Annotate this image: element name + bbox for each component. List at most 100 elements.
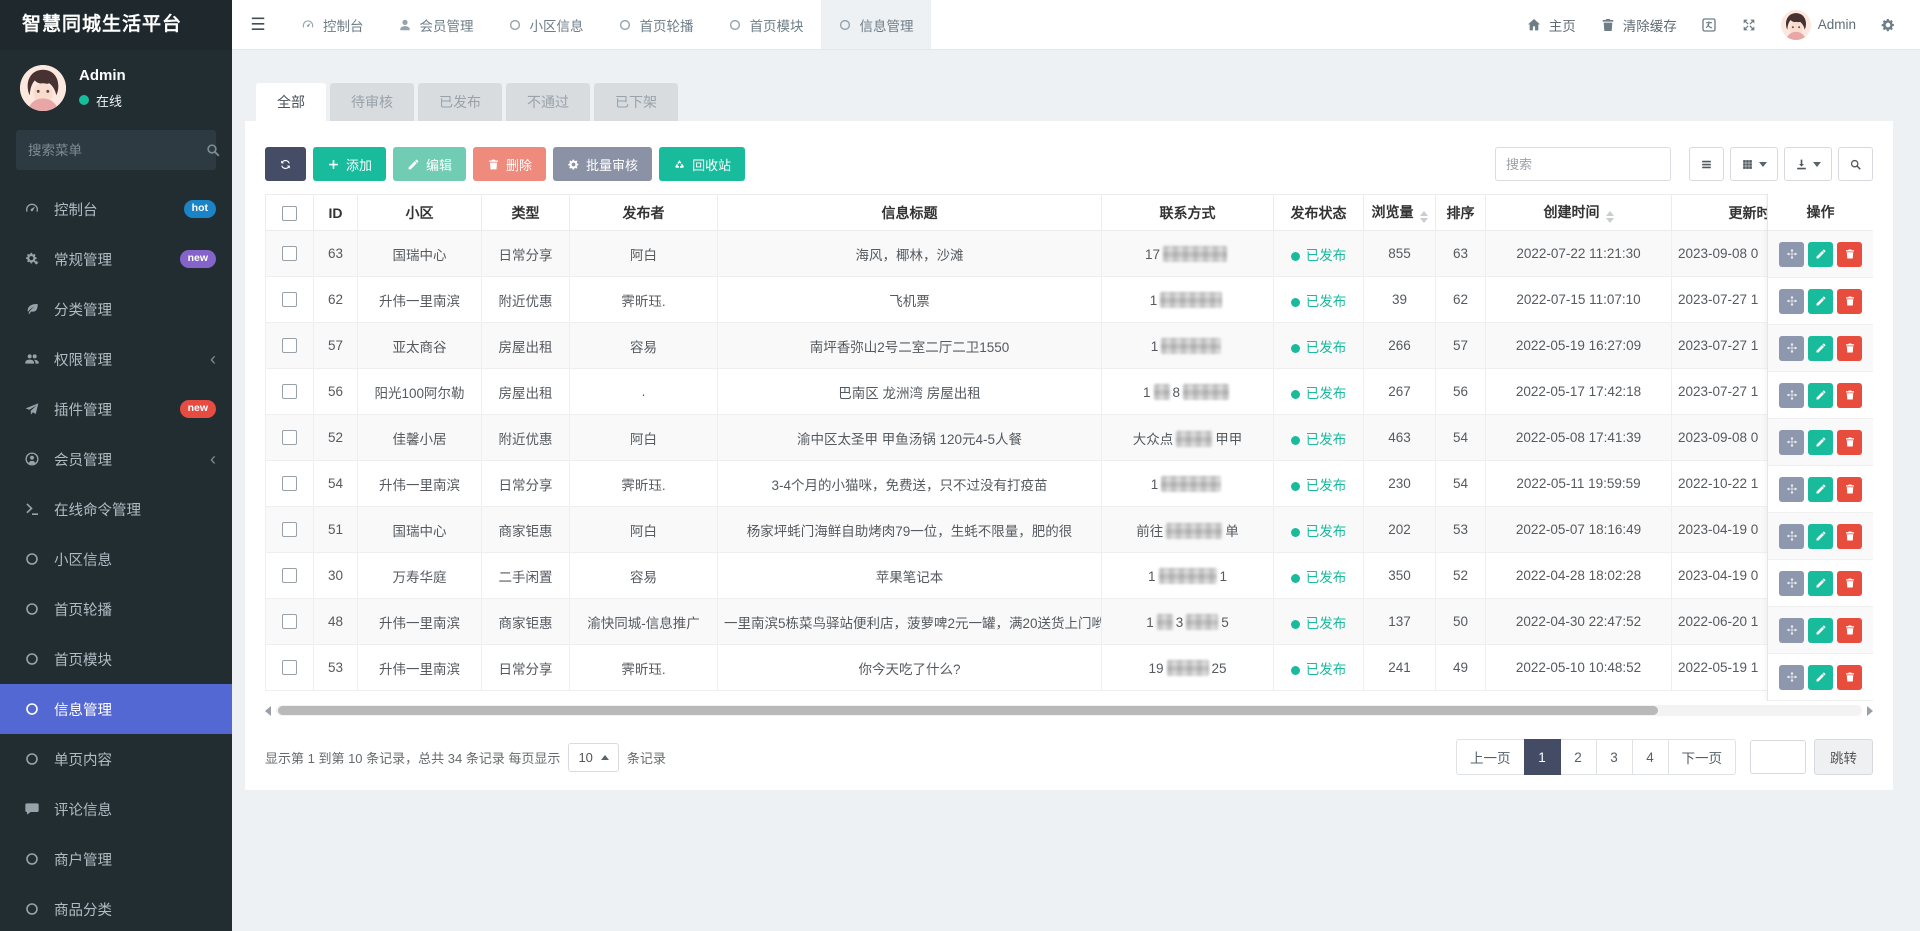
drag-button[interactable] (1779, 336, 1804, 361)
drag-button[interactable] (1779, 665, 1804, 690)
toggle-view-button[interactable] (1689, 147, 1724, 181)
delete-row-button[interactable] (1837, 618, 1862, 643)
edit-row-button[interactable] (1808, 336, 1833, 361)
sidebar-item-评论信息[interactable]: 评论信息 (0, 784, 232, 834)
sidebar-item-商户管理[interactable]: 商户管理 (0, 834, 232, 884)
delete-row-button[interactable] (1837, 571, 1862, 596)
scroll-right-icon[interactable] (1867, 706, 1873, 716)
avatar[interactable] (20, 65, 66, 111)
clear-cache-link[interactable]: 清除缓存 (1588, 0, 1689, 50)
sidebar-item-控制台[interactable]: 控制台hot (0, 184, 232, 234)
delete-row-button[interactable] (1837, 242, 1862, 267)
page-jump-input[interactable] (1750, 740, 1806, 774)
topnav-tab-会员管理[interactable]: 会员管理 (381, 0, 491, 49)
scrollbar-thumb[interactable] (278, 706, 1658, 715)
row-checkbox[interactable] (282, 430, 297, 445)
delete-row-button[interactable] (1837, 383, 1862, 408)
topnav-tab-首页轮播[interactable]: 首页轮播 (601, 0, 711, 49)
row-checkbox[interactable] (282, 522, 297, 537)
home-link[interactable]: 主页 (1514, 0, 1588, 50)
topnav-tab-首页模块[interactable]: 首页模块 (711, 0, 821, 49)
row-checkbox[interactable] (282, 246, 297, 261)
tab-不通过[interactable]: 不通过 (506, 83, 590, 121)
topnav-tab-控制台[interactable]: 控制台 (284, 0, 381, 49)
sidebar-item-单页内容[interactable]: 单页内容 (0, 734, 232, 784)
sort-icon[interactable] (1606, 211, 1614, 223)
sidebar-item-分类管理[interactable]: 分类管理 (0, 284, 232, 334)
table-search-input[interactable] (1495, 147, 1671, 181)
batch-audit-button[interactable]: 批量审核 (553, 147, 652, 181)
row-checkbox[interactable] (282, 338, 297, 353)
sidebar-item-小区信息[interactable]: 小区信息 (0, 534, 232, 584)
edit-button[interactable]: 编辑 (393, 147, 466, 181)
recycle-bin-button[interactable]: 回收站 (659, 147, 745, 181)
search-toggle-button[interactable] (1838, 147, 1873, 181)
fullscreen-button[interactable] (1729, 0, 1769, 50)
edit-row-button[interactable] (1808, 477, 1833, 502)
language-button[interactable] (1689, 0, 1729, 50)
drag-button[interactable] (1779, 571, 1804, 596)
delete-row-button[interactable] (1837, 665, 1862, 690)
drag-button[interactable] (1779, 524, 1804, 549)
edit-row-button[interactable] (1808, 289, 1833, 314)
delete-row-button[interactable] (1837, 430, 1862, 455)
sidebar-item-会员管理[interactable]: 会员管理‹ (0, 434, 232, 484)
edit-row-button[interactable] (1808, 524, 1833, 549)
column-header-浏览量[interactable]: 浏览量 (1364, 195, 1436, 231)
page-button-2[interactable]: 2 (1560, 739, 1597, 775)
topnav-tab-小区信息[interactable]: 小区信息 (491, 0, 601, 49)
export-dropdown-button[interactable] (1784, 147, 1832, 181)
page-jump-button[interactable]: 跳转 (1814, 739, 1873, 775)
tab-已发布[interactable]: 已发布 (418, 83, 502, 121)
scrollbar-track[interactable] (276, 705, 1862, 716)
sidebar-item-商品分类[interactable]: 商品分类 (0, 884, 232, 931)
sort-icon[interactable] (1420, 211, 1428, 223)
settings-button[interactable] (1868, 0, 1908, 50)
drag-button[interactable] (1779, 242, 1804, 267)
edit-row-button[interactable] (1808, 571, 1833, 596)
drag-button[interactable] (1779, 618, 1804, 643)
sidebar-item-常规管理[interactable]: 常规管理new (0, 234, 232, 284)
sidebar-item-首页轮播[interactable]: 首页轮播 (0, 584, 232, 634)
delete-row-button[interactable] (1837, 289, 1862, 314)
columns-dropdown-button[interactable] (1730, 147, 1778, 181)
sidebar-item-信息管理[interactable]: 信息管理 (0, 684, 232, 734)
sidebar-item-插件管理[interactable]: 插件管理new (0, 384, 232, 434)
drag-button[interactable] (1779, 383, 1804, 408)
prev-page-button[interactable]: 上一页 (1456, 739, 1525, 775)
add-button[interactable]: 添加 (313, 147, 386, 181)
row-checkbox[interactable] (282, 384, 297, 399)
page-size-select[interactable]: 10 (568, 743, 618, 772)
row-checkbox[interactable] (282, 568, 297, 583)
edit-row-button[interactable] (1808, 430, 1833, 455)
row-checkbox[interactable] (282, 660, 297, 675)
sidebar-search-input[interactable] (28, 143, 205, 158)
sidebar-item-首页模块[interactable]: 首页模块 (0, 634, 232, 684)
edit-row-button[interactable] (1808, 242, 1833, 267)
page-button-3[interactable]: 3 (1596, 739, 1633, 775)
sidebar-item-权限管理[interactable]: 权限管理‹ (0, 334, 232, 384)
page-button-4[interactable]: 4 (1632, 739, 1669, 775)
topnav-tab-信息管理[interactable]: 信息管理 (821, 0, 931, 49)
next-page-button[interactable]: 下一页 (1668, 739, 1737, 775)
delete-row-button[interactable] (1837, 336, 1862, 361)
edit-row-button[interactable] (1808, 618, 1833, 643)
column-header-创建时间[interactable]: 创建时间 (1486, 195, 1672, 231)
tab-全部[interactable]: 全部 (256, 83, 326, 121)
select-all-checkbox[interactable] (282, 206, 297, 221)
row-checkbox[interactable] (282, 614, 297, 629)
drag-button[interactable] (1779, 477, 1804, 502)
user-menu[interactable]: Admin (1769, 0, 1868, 50)
delete-row-button[interactable] (1837, 524, 1862, 549)
drag-button[interactable] (1779, 430, 1804, 455)
sidebar-item-在线命令管理[interactable]: 在线命令管理 (0, 484, 232, 534)
refresh-button[interactable] (265, 147, 306, 181)
drag-button[interactable] (1779, 289, 1804, 314)
delete-button[interactable]: 删除 (473, 147, 546, 181)
row-checkbox[interactable] (282, 476, 297, 491)
page-button-1[interactable]: 1 (1524, 739, 1561, 775)
hamburger-icon[interactable]: ☰ (232, 0, 284, 49)
edit-row-button[interactable] (1808, 383, 1833, 408)
scroll-left-icon[interactable] (265, 706, 271, 716)
delete-row-button[interactable] (1837, 477, 1862, 502)
